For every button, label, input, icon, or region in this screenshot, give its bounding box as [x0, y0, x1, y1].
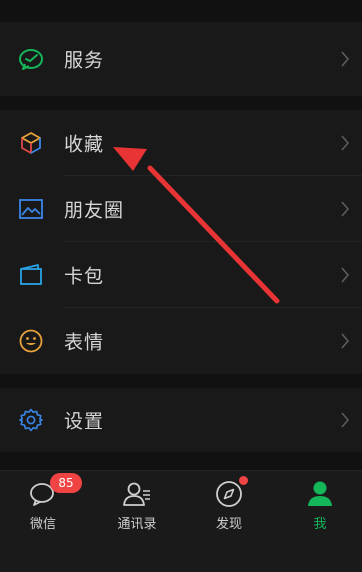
- tab-discover-label: 发现: [215, 517, 242, 532]
- menu-item-stickers[interactable]: 表情: [0, 308, 362, 374]
- tab-me[interactable]: 我: [280, 479, 360, 532]
- main-group: 收藏 朋友圈 卡包 表情: [0, 110, 362, 374]
- tab-contacts-label: 通讯录: [117, 517, 157, 532]
- tab-me-label: 我: [313, 517, 327, 532]
- contacts-icon: [122, 479, 152, 509]
- wechat-pay-icon: [18, 46, 44, 72]
- person-icon: [305, 479, 335, 509]
- chevron-right-icon: [341, 201, 350, 217]
- chat-icon: 85: [28, 473, 82, 509]
- tab-chats-label: 微信: [29, 517, 56, 532]
- gear-icon: [18, 407, 44, 433]
- section-gap: [0, 374, 362, 388]
- cards-label: 卡包: [64, 265, 105, 288]
- section-gap: [0, 96, 362, 110]
- services-label: 服务: [64, 49, 105, 72]
- menu-item-settings[interactable]: 设置: [0, 388, 362, 452]
- new-dot: [239, 476, 248, 485]
- top-spacer: [0, 0, 362, 22]
- chevron-right-icon: [341, 135, 350, 151]
- bottom-tab-bar: 85 微信 通讯录 发现 我: [0, 470, 362, 572]
- favorites-label: 收藏: [64, 133, 105, 156]
- settings-label: 设置: [64, 410, 105, 433]
- menu-item-favorites[interactable]: 收藏: [0, 110, 362, 176]
- tab-chats[interactable]: 85 微信: [3, 473, 83, 532]
- chevron-right-icon: [341, 333, 350, 349]
- menu-item-moments[interactable]: 朋友圈: [0, 176, 362, 242]
- chevron-right-icon: [341, 412, 350, 428]
- chevron-right-icon: [341, 267, 350, 283]
- compass-icon: [214, 476, 248, 509]
- settings-group: 设置: [0, 388, 362, 452]
- image-icon: [18, 196, 44, 222]
- services-group: 服务: [0, 22, 362, 96]
- smile-icon: [18, 328, 44, 354]
- chevron-right-icon: [341, 51, 350, 67]
- stickers-label: 表情: [64, 331, 105, 354]
- menu-item-cards[interactable]: 卡包: [0, 242, 362, 308]
- tab-discover[interactable]: 发现: [189, 476, 269, 532]
- tab-contacts[interactable]: 通讯录: [97, 479, 177, 532]
- moments-label: 朋友圈: [64, 199, 125, 222]
- cube-icon: [18, 130, 44, 156]
- card-icon: [18, 262, 44, 288]
- unread-badge: 85: [50, 473, 82, 493]
- menu-item-services[interactable]: 服务: [0, 22, 362, 96]
